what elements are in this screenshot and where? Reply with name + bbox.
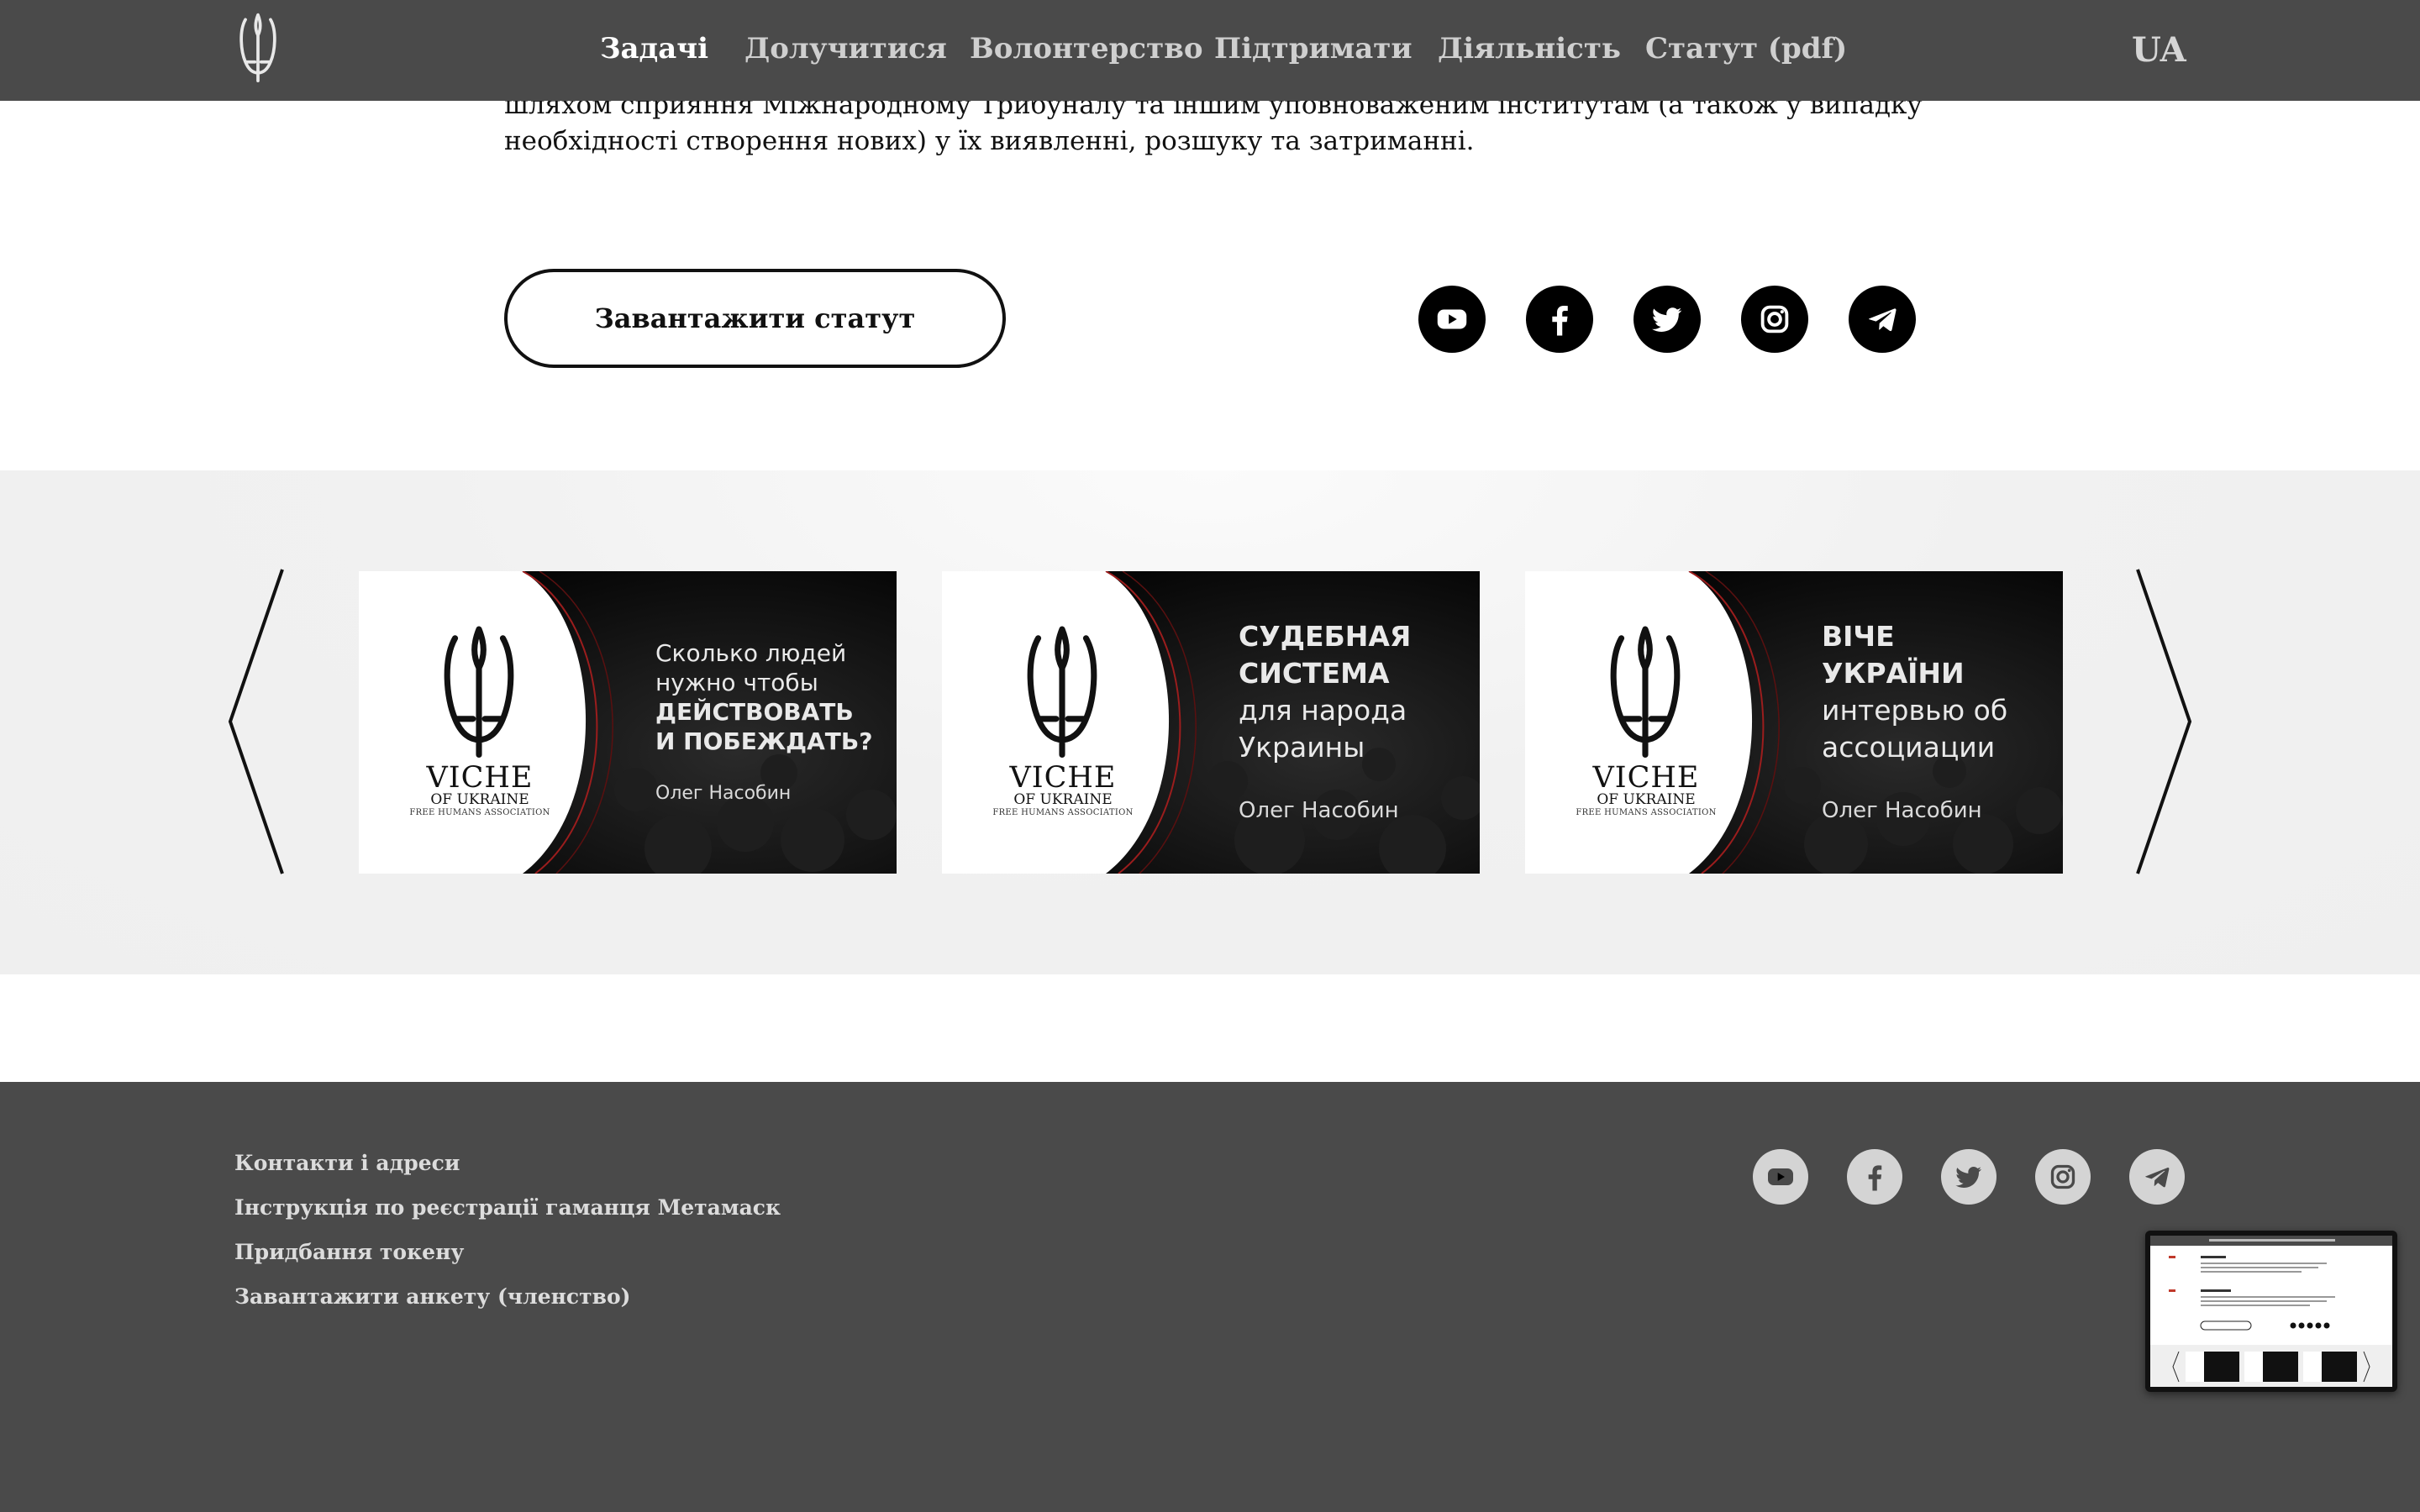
headline-line: СИСТЕМА xyxy=(1239,657,1390,690)
footer-link-membership-form[interactable]: Завантажити анкету (членство) xyxy=(234,1284,631,1309)
trident-emblem-icon xyxy=(1599,623,1691,758)
card-author: Олег Насобин xyxy=(1239,798,1399,823)
video-card[interactable]: VICHE OF UKRAINE FREE HUMANS ASSOCIATION… xyxy=(359,571,897,874)
brand-name: VICHE xyxy=(426,761,534,795)
facebook-icon[interactable] xyxy=(1526,286,1593,353)
trident-emblem-icon xyxy=(1016,623,1108,758)
brand-tagline: FREE HUMANS ASSOCIATION xyxy=(992,808,1134,817)
language-switcher[interactable]: UA xyxy=(2132,30,2186,70)
card-headline: СУДЕБНАЯ СИСТЕМА для народа Украины xyxy=(1239,618,1411,766)
card-headline: ВІЧЕ УКРАЇНИ интервью об ассоциации xyxy=(1822,618,2007,766)
headline-line: для народа xyxy=(1239,694,1407,727)
headline-line: И ПОБЕЖДАТЬ? xyxy=(655,727,873,755)
nav-item-support[interactable]: Підтримати xyxy=(1214,32,1413,66)
nav-item-activity[interactable]: Діяльність xyxy=(1438,32,1621,66)
brand-subtitle: OF UKRAINE xyxy=(430,791,529,808)
headline-line: нужно чтобы xyxy=(655,669,818,696)
thumbnail-screen xyxy=(2150,1236,2392,1387)
carousel-next-arrow[interactable] xyxy=(2134,568,2193,875)
twitter-icon[interactable] xyxy=(1634,286,1701,353)
headline-line: Сколько людей xyxy=(655,639,847,667)
thumbnail-miniature xyxy=(2150,1236,2392,1387)
nav-item-volunteering[interactable]: Волонтерство xyxy=(970,32,1203,66)
telegram-icon[interactable] xyxy=(1849,286,1916,353)
main-menu: Задачі Долучитися Волонтерство Підтримат… xyxy=(0,0,2420,101)
footer-link-metamask-guide[interactable]: Інструкція по реєстрації гаманця Метамас… xyxy=(234,1195,781,1220)
nav-item-statute-pdf[interactable]: Статут (pdf) xyxy=(1645,32,1847,66)
instagram-icon[interactable] xyxy=(2035,1149,2091,1205)
paragraph-line: необхідності створення нових) у їх виявл… xyxy=(504,126,1475,156)
telegram-icon[interactable] xyxy=(2129,1149,2185,1205)
headline-line: ВІЧЕ xyxy=(1822,620,1895,653)
headline-line: Украины xyxy=(1239,731,1365,764)
card-author: Олег Насобин xyxy=(1822,798,1982,823)
brand-subtitle: OF UKRAINE xyxy=(1013,791,1113,808)
site-footer: Контакти і адреси Інструкція по реєстрац… xyxy=(0,1082,2420,1512)
download-statute-button[interactable]: Завантажити статут xyxy=(504,269,1006,368)
trident-emblem-icon xyxy=(433,623,525,758)
card-headline: Сколько людей нужно чтобы ДЕЙСТВОВАТЬ И … xyxy=(655,638,872,756)
footer-link-buy-token[interactable]: Придбання токену xyxy=(234,1240,464,1264)
headline-line: ДЕЙСТВОВАТЬ xyxy=(655,698,854,726)
youtube-icon[interactable] xyxy=(1753,1149,1808,1205)
carousel-prev-arrow[interactable] xyxy=(227,568,286,875)
nav-item-tasks[interactable]: Задачі xyxy=(600,32,708,66)
card-author: Олег Насобин xyxy=(655,783,792,804)
headline-line: интервью об xyxy=(1822,694,2008,727)
brand-name: VICHE xyxy=(1592,761,1700,795)
facebook-icon[interactable] xyxy=(1847,1149,1902,1205)
headline-line: СУДЕБНАЯ xyxy=(1239,620,1412,653)
brand-tagline: FREE HUMANS ASSOCIATION xyxy=(409,808,550,817)
brand-name: VICHE xyxy=(1009,761,1117,795)
nav-item-join[interactable]: Долучитися xyxy=(744,32,947,66)
headline-line: УКРАЇНИ xyxy=(1822,657,1965,690)
youtube-icon[interactable] xyxy=(1418,286,1486,353)
video-card[interactable]: VICHE OF UKRAINE FREE HUMANS ASSOCIATION… xyxy=(1525,571,2063,874)
headline-line: ассоциации xyxy=(1822,731,1996,764)
page-preview-thumbnail[interactable] xyxy=(2145,1231,2397,1392)
instagram-icon[interactable] xyxy=(1741,286,1808,353)
brand-subtitle: OF UKRAINE xyxy=(1597,791,1696,808)
brand-tagline: FREE HUMANS ASSOCIATION xyxy=(1576,808,1717,817)
top-navigation-bar: Задачі Долучитися Волонтерство Підтримат… xyxy=(0,0,2420,101)
footer-link-contacts[interactable]: Контакти і адреси xyxy=(234,1151,460,1175)
video-card[interactable]: VICHE OF UKRAINE FREE HUMANS ASSOCIATION… xyxy=(942,571,1480,874)
twitter-icon[interactable] xyxy=(1941,1149,1996,1205)
